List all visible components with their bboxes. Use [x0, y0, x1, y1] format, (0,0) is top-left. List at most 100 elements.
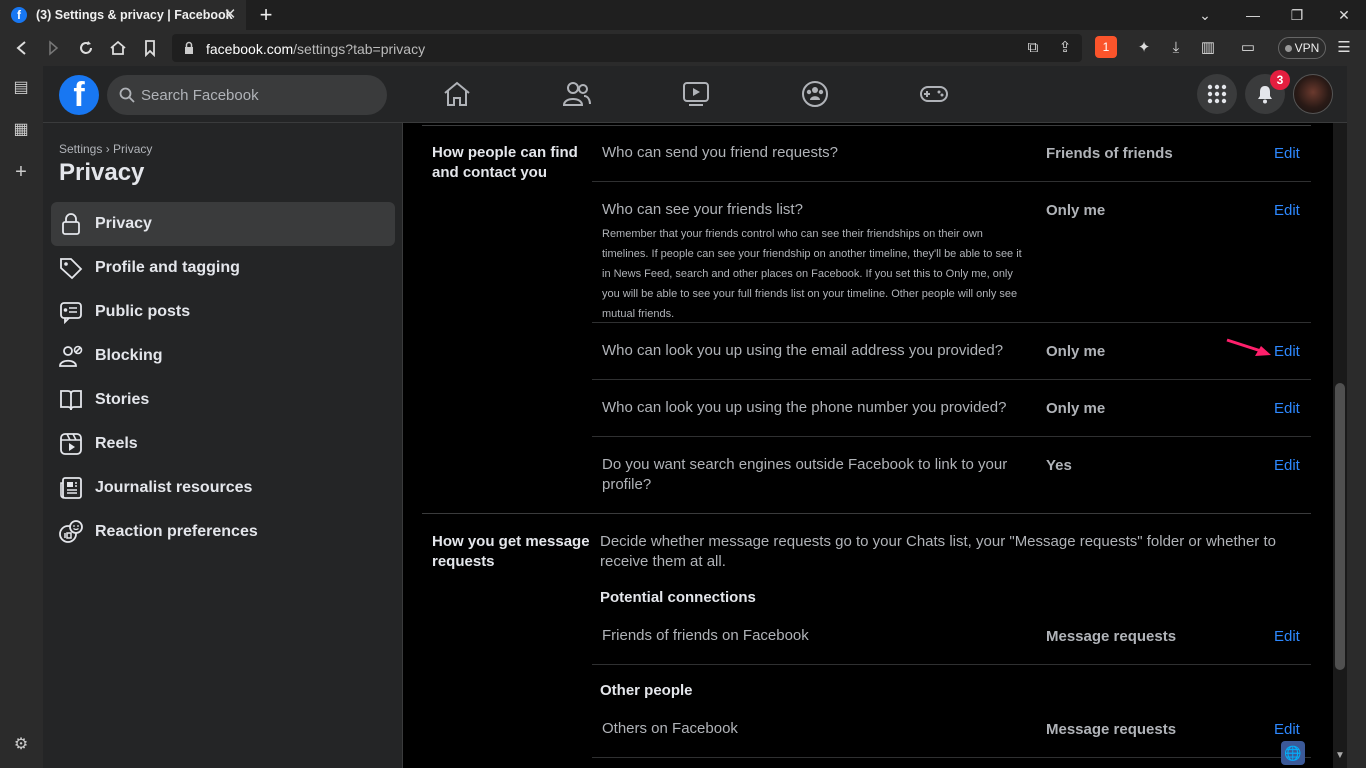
sidebar-item-label: Blocking	[95, 347, 163, 364]
sidebar-item-stories[interactable]: Stories	[51, 378, 395, 422]
sidebar-item-journalist-resources[interactable]: Journalist resources	[51, 466, 395, 510]
open-in-app-icon[interactable]: ⧉	[1024, 39, 1042, 57]
setting-question: Who can send you friend requests?	[602, 144, 838, 161]
scrollbar-thumb[interactable]	[1335, 383, 1345, 670]
globe-icon[interactable]: 🌐	[1281, 741, 1305, 765]
bookmarks-panel-icon[interactable]: ▤	[12, 79, 30, 97]
setting-question: Who can look you up using the email addr…	[602, 342, 1004, 359]
edit-friends-list-link[interactable]: Edit	[1274, 202, 1300, 219]
vpn-status-icon	[1284, 44, 1292, 52]
url-text: facebook.com/settings?tab=privacy	[206, 41, 426, 57]
lock-icon	[62, 213, 80, 235]
add-panel-icon[interactable]: +	[12, 162, 30, 182]
reading-list-icon[interactable]: ▦	[12, 121, 30, 139]
row-divider	[592, 322, 1311, 323]
groups-nav-icon[interactable]	[800, 79, 830, 109]
minimize-icon[interactable]: —	[1244, 6, 1262, 24]
vpn-button[interactable]: VPN	[1278, 37, 1326, 59]
gaming-nav-icon[interactable]	[919, 79, 949, 109]
address-bar[interactable]: facebook.com/settings?tab=privacy ⧉ ⇪	[172, 34, 1082, 62]
facebook-logo-icon[interactable]: f	[59, 75, 99, 115]
edit-email-lookup-link[interactable]: Edit	[1274, 343, 1300, 360]
tab-list-chevron-icon[interactable]: ⌄	[1196, 6, 1214, 24]
section-divider	[422, 125, 1311, 126]
menu-icon[interactable]: ☰	[1335, 39, 1353, 57]
sidebar-item-reels[interactable]: Reels	[51, 422, 395, 466]
facebook-favicon-icon: f	[11, 7, 27, 23]
edit-other-people-link[interactable]: Edit	[1274, 721, 1300, 738]
new-tab-icon[interactable]: +	[256, 4, 276, 26]
section-title-find-contact: How people can find and contact you	[432, 144, 578, 181]
tag-icon	[60, 258, 83, 280]
friends-nav-icon[interactable]	[561, 79, 591, 109]
brave-shields-icon[interactable]: 1	[1095, 36, 1117, 58]
lock-icon	[185, 41, 193, 54]
back-icon[interactable]	[13, 39, 31, 57]
home-icon[interactable]	[109, 39, 127, 57]
section-description: Decide whether message requests go to yo…	[600, 533, 1276, 570]
public-posts-icon	[60, 302, 82, 324]
bookmark-icon[interactable]	[141, 39, 159, 58]
extensions-icon[interactable]: ✦	[1135, 39, 1153, 57]
setting-question: Who can look you up using the phone numb…	[602, 399, 1007, 416]
setting-question: Do you want search engines outside Faceb…	[602, 456, 1008, 493]
home-nav-icon[interactable]	[442, 79, 472, 109]
reels-icon	[60, 433, 82, 455]
sidebar-item-label: Public posts	[95, 303, 191, 320]
maximize-icon[interactable]: ❐	[1288, 6, 1306, 24]
close-window-icon[interactable]: ✕	[1335, 6, 1353, 24]
sidebar-toggle-icon[interactable]: ▥	[1199, 39, 1217, 57]
sidebar-settings-icon[interactable]: ⚙	[12, 736, 30, 754]
grid-icon	[1207, 84, 1227, 104]
edit-phone-lookup-link[interactable]: Edit	[1274, 400, 1300, 417]
reload-icon[interactable]	[77, 39, 95, 57]
share-icon[interactable]: ⇪	[1056, 39, 1074, 57]
book-icon	[60, 390, 82, 411]
row-divider	[592, 436, 1311, 437]
setting-value: Message requests	[1046, 721, 1177, 738]
browser-tab[interactable]: f (3) Settings & privacy | Facebook ✕	[0, 0, 246, 30]
annotation-arrow-icon	[1226, 338, 1271, 356]
close-tab-icon[interactable]: ✕	[222, 7, 238, 23]
notification-count-badge: 3	[1270, 70, 1290, 90]
sidebar-item-public-posts[interactable]: Public posts	[51, 290, 395, 334]
page-title: Privacy	[59, 159, 145, 186]
wallet-icon[interactable]: ▭	[1239, 39, 1257, 57]
facebook-header: f 3	[43, 66, 1366, 123]
scroll-down-icon[interactable]: ▼	[1334, 750, 1346, 764]
breadcrumb[interactable]: Settings › Privacy	[59, 142, 152, 156]
search-box[interactable]	[107, 75, 387, 115]
forward-icon[interactable]	[44, 39, 62, 57]
downloads-icon[interactable]: ⤓	[1167, 39, 1185, 57]
avatar[interactable]	[1293, 74, 1333, 114]
subheading-potential-connections: Potential connections	[600, 589, 756, 606]
sidebar-item-blocking[interactable]: Blocking	[51, 334, 395, 378]
watch-nav-icon[interactable]	[681, 79, 711, 109]
setting-question: Others on Facebook	[602, 720, 738, 737]
setting-value: Only me	[1046, 343, 1106, 360]
browser-tab-bar: f (3) Settings & privacy | Facebook ✕ + …	[0, 0, 1366, 30]
sidebar-item-privacy[interactable]: Privacy	[51, 202, 395, 246]
settings-sidebar: Settings › Privacy Privacy Privacy Profi…	[43, 123, 403, 768]
browser-right-gutter	[1347, 66, 1366, 768]
sidebar-item-reaction-preferences[interactable]: Reaction preferences	[51, 510, 395, 554]
setting-description: Remember that your friends control who c…	[602, 228, 1022, 320]
browser-toolbar: facebook.com/settings?tab=privacy ⧉ ⇪ 1 …	[0, 30, 1366, 66]
edit-friend-requests-link[interactable]: Edit	[1274, 145, 1300, 162]
sidebar-item-label: Reels	[95, 435, 138, 452]
setting-question: Who can see your friends list?	[602, 201, 803, 218]
setting-value: Message requests	[1046, 628, 1177, 645]
setting-value: Yes	[1046, 457, 1072, 474]
sidebar-item-profile-tagging[interactable]: Profile and tagging	[51, 246, 395, 290]
row-divider	[592, 181, 1311, 182]
row-divider	[592, 664, 1311, 665]
tab-title: (3) Settings & privacy | Facebook	[36, 8, 233, 22]
row-divider	[592, 757, 1311, 758]
menu-grid-button[interactable]	[1197, 74, 1237, 114]
section-title-message-requests: How you get message requests	[432, 533, 590, 570]
settings-content: How people can find and contact you Who …	[403, 123, 1333, 768]
edit-search-engines-link[interactable]: Edit	[1274, 457, 1300, 474]
edit-potential-connections-link[interactable]: Edit	[1274, 628, 1300, 645]
search-icon	[119, 87, 135, 103]
search-input[interactable]	[141, 75, 381, 115]
